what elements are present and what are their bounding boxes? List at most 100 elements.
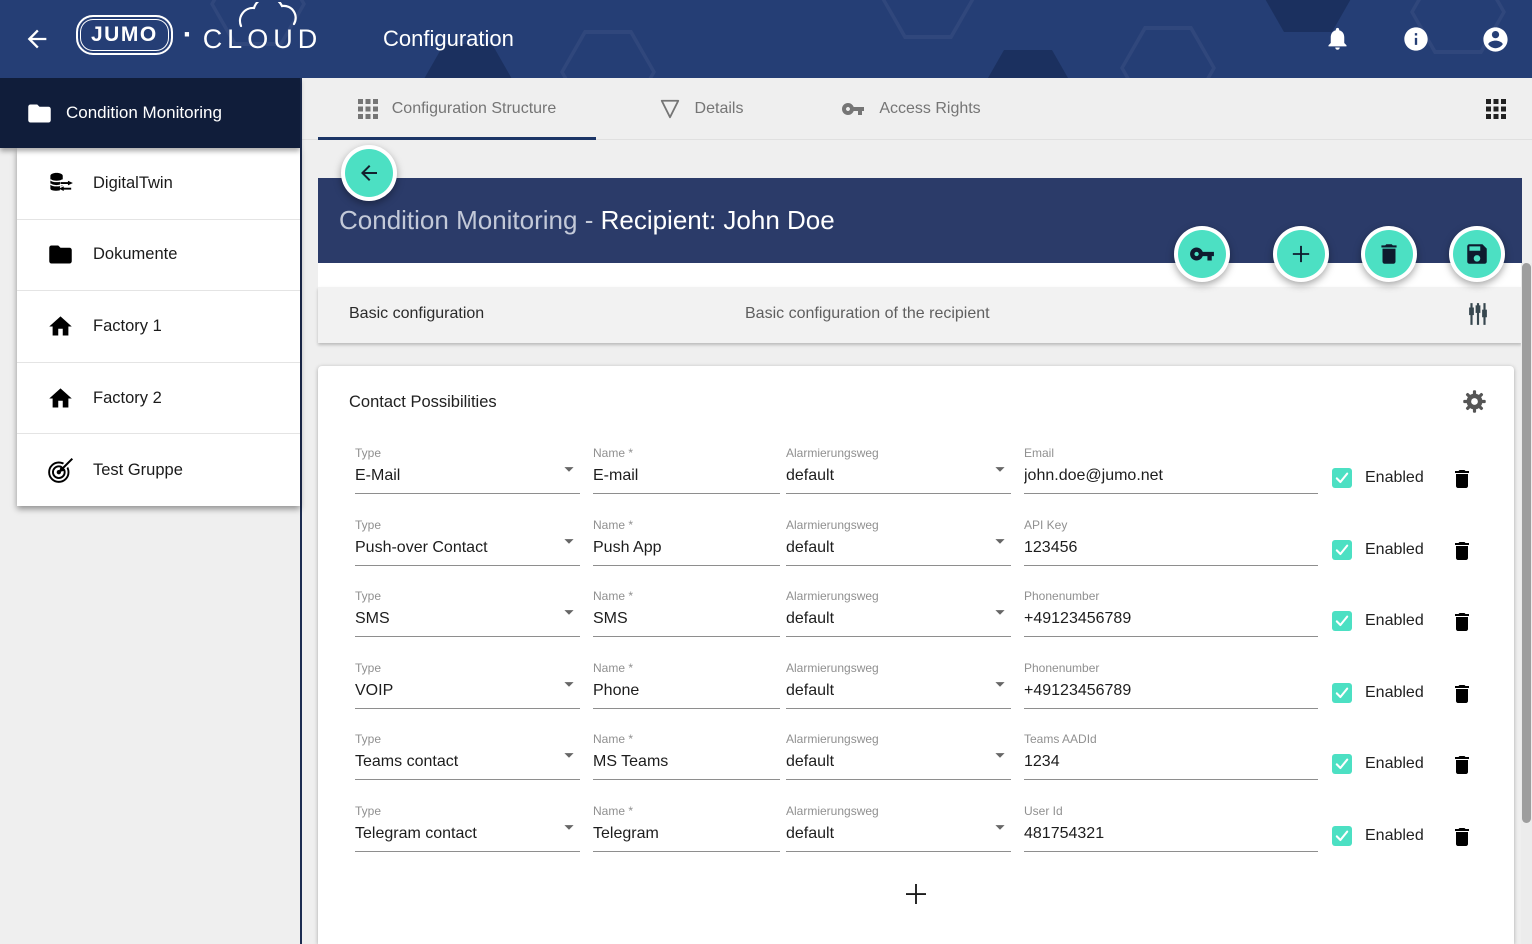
delete-row-button[interactable] <box>1450 466 1474 492</box>
recipient-title-prefix: Condition Monitoring - <box>339 205 601 235</box>
alarm-route-select[interactable]: Alarmierungsweg default <box>786 655 1011 709</box>
sliders-icon[interactable] <box>1464 301 1492 329</box>
check-icon <box>1334 685 1350 701</box>
scrollbar-thumb[interactable] <box>1522 263 1531 823</box>
chevron-down-icon <box>558 673 580 700</box>
contact-value-input[interactable]: Phonenumber +49123456789 <box>1024 655 1318 709</box>
sidebar-item-label: Factory 1 <box>93 317 162 336</box>
type-value: Push-over Contact <box>355 537 580 566</box>
sidebar-header-label: Condition Monitoring <box>66 103 222 123</box>
name-label: Name * <box>593 804 780 818</box>
grid-view-icon[interactable] <box>1486 99 1506 119</box>
type-label: Type <box>355 804 580 818</box>
add-button[interactable] <box>1273 226 1329 282</box>
jumo-cloud-logo: JUMO · CLOUD <box>76 14 322 55</box>
sidebar-item-digitaltwin[interactable]: DigitalTwin <box>17 148 300 220</box>
delete-row-button[interactable] <box>1450 752 1474 778</box>
alarm-route-select[interactable]: Alarmierungsweg default <box>786 440 1011 494</box>
delete-button[interactable] <box>1361 226 1417 282</box>
delete-row-button[interactable] <box>1450 609 1474 635</box>
contact-value-input[interactable]: Email john.doe@jumo.net <box>1024 440 1318 494</box>
info-icon[interactable] <box>1401 25 1431 55</box>
target-icon <box>47 457 74 484</box>
contact-value-label: User Id <box>1024 804 1318 818</box>
chevron-down-icon <box>989 530 1011 557</box>
back-button[interactable] <box>341 145 397 201</box>
type-value: SMS <box>355 608 580 637</box>
trash-icon <box>1450 752 1474 778</box>
home-icon <box>47 313 74 340</box>
alarm-route-label: Alarmierungsweg <box>786 732 1011 746</box>
enabled-checkbox[interactable]: Enabled <box>1332 468 1424 488</box>
notifications-bell-icon[interactable] <box>1322 25 1352 55</box>
name-input[interactable]: Name * SMS <box>593 583 780 637</box>
type-select[interactable]: Type E-Mail <box>355 440 580 494</box>
basic-configuration-row[interactable]: Basic configuration Basic configuration … <box>318 287 1522 343</box>
tab-configuration-structure[interactable]: Configuration Structure <box>318 78 596 139</box>
sidebar-item-test-gruppe[interactable]: Test Gruppe <box>17 434 300 506</box>
account-icon[interactable] <box>1480 25 1510 55</box>
enabled-checkbox[interactable]: Enabled <box>1332 683 1424 703</box>
sidebar-items: DigitalTwin Dokumente Factory 1 Factory … <box>17 148 300 506</box>
contact-value-input[interactable]: User Id 481754321 <box>1024 798 1318 852</box>
alarm-route-select[interactable]: Alarmierungsweg default <box>786 726 1011 780</box>
type-select[interactable]: Type Teams contact <box>355 726 580 780</box>
gear-icon[interactable] <box>1460 388 1488 416</box>
enabled-checkbox[interactable]: Enabled <box>1332 540 1424 560</box>
chevron-down-icon <box>558 530 580 557</box>
contact-value-input[interactable]: API Key 123456 <box>1024 512 1318 566</box>
contact-value: +49123456789 <box>1024 680 1318 709</box>
chevron-down-icon <box>989 673 1011 700</box>
contact-value-input[interactable]: Phonenumber +49123456789 <box>1024 583 1318 637</box>
access-key-button[interactable] <box>1174 226 1230 282</box>
tab-details[interactable]: Details <box>596 78 806 139</box>
save-button[interactable] <box>1449 226 1505 282</box>
name-value: Push App <box>593 537 780 566</box>
alarm-route-select[interactable]: Alarmierungsweg default <box>786 512 1011 566</box>
enabled-checkbox[interactable]: Enabled <box>1332 826 1424 846</box>
back-arrow-icon[interactable] <box>22 25 52 55</box>
delete-row-button[interactable] <box>1450 681 1474 707</box>
add-contact-button[interactable] <box>901 879 931 909</box>
delete-row-button[interactable] <box>1450 538 1474 564</box>
name-value: SMS <box>593 608 780 637</box>
chevron-down-icon <box>989 458 1011 485</box>
contact-value-input[interactable]: Teams AADId 1234 <box>1024 726 1318 780</box>
alarm-route-select[interactable]: Alarmierungsweg default <box>786 798 1011 852</box>
contact-value: 123456 <box>1024 537 1318 566</box>
name-input[interactable]: Name * MS Teams <box>593 726 780 780</box>
name-input[interactable]: Name * Push App <box>593 512 780 566</box>
sidebar-item-condition-monitoring[interactable]: Condition Monitoring <box>0 78 300 148</box>
enabled-checkbox[interactable]: Enabled <box>1332 754 1424 774</box>
name-input[interactable]: Name * Telegram <box>593 798 780 852</box>
cloud-icon <box>237 2 311 28</box>
type-select[interactable]: Type VOIP <box>355 655 580 709</box>
sidebar-item-factory-2[interactable]: Factory 2 <box>17 363 300 435</box>
enabled-checkbox[interactable]: Enabled <box>1332 611 1424 631</box>
contact-value-label: Teams AADId <box>1024 732 1318 746</box>
type-select[interactable]: Type SMS <box>355 583 580 637</box>
sidebar-item-factory-1[interactable]: Factory 1 <box>17 291 300 363</box>
sidebar-item-dokumente[interactable]: Dokumente <box>17 220 300 292</box>
check-icon <box>1334 613 1350 629</box>
name-label: Name * <box>593 589 780 603</box>
checkbox-checked <box>1332 611 1352 631</box>
alarm-route-label: Alarmierungsweg <box>786 518 1011 532</box>
check-icon <box>1334 828 1350 844</box>
chevron-down-icon <box>989 744 1011 771</box>
type-select[interactable]: Type Push-over Contact <box>355 512 580 566</box>
chevron-down-icon <box>989 816 1011 843</box>
delete-row-button[interactable] <box>1450 824 1474 850</box>
contact-row: Type Telegram contact Name * Telegram Al… <box>355 798 1496 870</box>
contact-value: 481754321 <box>1024 823 1318 852</box>
type-select[interactable]: Type Telegram contact <box>355 798 580 852</box>
contact-value: john.doe@jumo.net <box>1024 465 1318 494</box>
tab-access-rights[interactable]: Access Rights <box>806 78 1016 139</box>
name-input[interactable]: Name * Phone <box>593 655 780 709</box>
contact-possibilities-card: Contact Possibilities Type E-Mail Name *… <box>318 366 1514 944</box>
alarm-route-value: default <box>786 823 1011 852</box>
name-input[interactable]: Name * E-mail <box>593 440 780 494</box>
section-title: Basic configuration <box>349 305 484 323</box>
name-value: MS Teams <box>593 751 780 780</box>
alarm-route-select[interactable]: Alarmierungsweg default <box>786 583 1011 637</box>
